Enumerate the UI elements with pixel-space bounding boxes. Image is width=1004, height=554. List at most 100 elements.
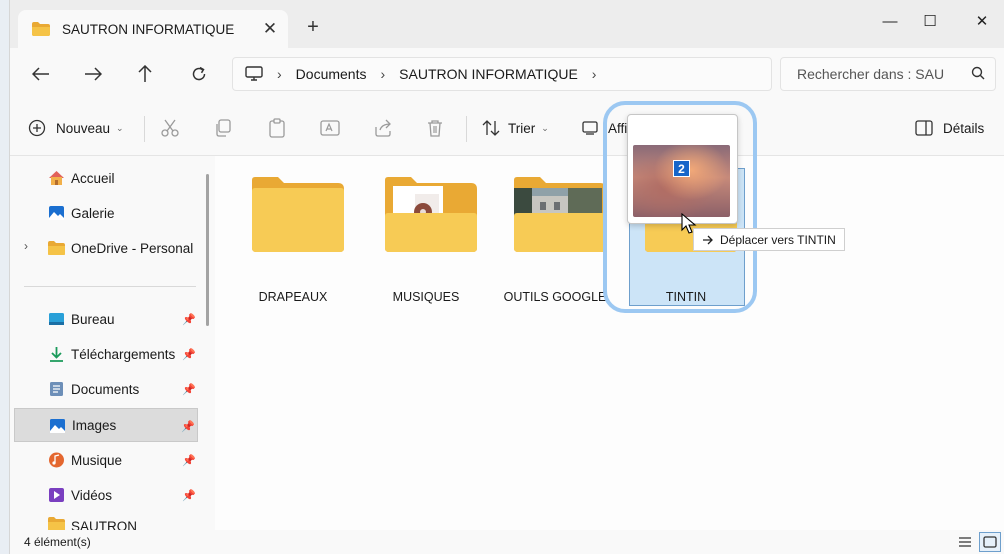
- sidebar-item-label: Vidéos: [71, 487, 113, 503]
- folder-label: OUTILS GOOGLE: [503, 290, 607, 304]
- maximize-button[interactable]: ☐: [905, 6, 955, 36]
- view-icon: [582, 121, 598, 135]
- breadcrumb-chevron-icon[interactable]: ›: [592, 66, 597, 82]
- up-button[interactable]: [128, 60, 162, 88]
- tab-title: SAUTRON INFORMATIQUE: [62, 21, 235, 37]
- status-bar: 4 élément(s): [10, 530, 1004, 554]
- refresh-icon: [192, 66, 206, 81]
- tab-close-button[interactable]: ✕: [252, 19, 288, 39]
- details-view-button[interactable]: [954, 532, 976, 552]
- chevron-down-icon: ⌄: [116, 122, 124, 133]
- plus-circle-icon: [28, 119, 46, 137]
- breadcrumb-sautron-informatique[interactable]: SAUTRON INFORMATIQUE: [399, 66, 578, 82]
- sidebar-item-label: Accueil: [71, 170, 115, 186]
- drag-count-badge: 2: [673, 160, 690, 177]
- clipboard-icon: [269, 118, 285, 138]
- sidebar-item-telechargements[interactable]: Téléchargements 📌: [14, 337, 198, 371]
- details-label: Détails: [943, 120, 985, 136]
- navigation-pane: Accueil Galerie › OneDrive - Personal Bu…: [10, 156, 215, 530]
- share-icon: [375, 119, 391, 137]
- pin-icon[interactable]: 📌: [182, 348, 196, 361]
- close-window-button[interactable]: ✕: [957, 6, 1004, 36]
- folder-icon: [385, 177, 477, 252]
- address-row: › Documents › SAUTRON INFORMATIQUE › Rec…: [10, 48, 1004, 100]
- command-bar: Nouveau ⌄ Trier ⌄ Affi Détails: [10, 100, 1004, 156]
- home-icon: [49, 171, 64, 185]
- tab-sautron-informatique[interactable]: SAUTRON INFORMATIQUE ✕: [18, 10, 288, 48]
- pin-icon[interactable]: 📌: [182, 313, 196, 326]
- back-button[interactable]: [24, 60, 58, 88]
- item-count: 4 élément(s): [24, 535, 91, 549]
- folder-icon: [32, 22, 50, 36]
- folder-item-musiques[interactable]: MUSIQUES: [371, 176, 481, 304]
- sort-label: Trier: [508, 120, 536, 136]
- pin-icon[interactable]: 📌: [182, 489, 196, 502]
- arrow-right-icon: [703, 235, 713, 244]
- move-tooltip: Déplacer vers TINTIN: [693, 228, 845, 251]
- forward-button[interactable]: [76, 60, 110, 88]
- sidebar-item-galerie[interactable]: Galerie: [14, 196, 198, 230]
- toolbar-divider: [466, 116, 467, 142]
- new-button-label: Nouveau: [56, 120, 111, 136]
- sort-button[interactable]: Trier ⌄: [482, 114, 549, 142]
- paste-button[interactable]: [268, 114, 286, 142]
- share-button[interactable]: [374, 114, 392, 142]
- details-pane-icon: [915, 120, 933, 136]
- sidebar-item-images[interactable]: Images 📌: [14, 408, 198, 442]
- breadcrumb-documents[interactable]: Documents: [296, 66, 367, 82]
- search-input[interactable]: Rechercher dans : SAU: [780, 57, 996, 91]
- mouse-cursor-icon: [681, 213, 697, 234]
- cut-button[interactable]: [160, 114, 180, 142]
- arrow-right-icon: [85, 67, 102, 81]
- sunset-thumbnail: [633, 145, 730, 217]
- pin-icon[interactable]: 📌: [181, 420, 195, 433]
- download-icon: [50, 347, 63, 362]
- sidebar-item-sautron[interactable]: SAUTRON INFORM...: [14, 513, 198, 530]
- breadcrumb-chevron-icon[interactable]: ›: [277, 66, 282, 82]
- expand-chevron-icon[interactable]: ›: [24, 239, 28, 253]
- scissors-icon: [161, 119, 179, 137]
- folder-item-outils-google[interactable]: OUTILS GOOGLE: [500, 176, 610, 304]
- chevron-down-icon: ⌄: [541, 122, 549, 133]
- address-bar[interactable]: › Documents › SAUTRON INFORMATIQUE ›: [232, 57, 772, 91]
- folder-icon: [514, 177, 606, 252]
- folder-item-drapeaux[interactable]: DRAPEAUX: [238, 176, 348, 304]
- tiles-view-button[interactable]: [979, 532, 1001, 552]
- sidebar-item-label: Documents: [71, 381, 140, 397]
- breadcrumb-chevron-icon[interactable]: ›: [380, 66, 385, 82]
- sidebar-item-label: Téléchargements: [71, 346, 176, 362]
- sidebar-scrollbar[interactable]: [206, 174, 209, 326]
- refresh-button[interactable]: [182, 60, 216, 88]
- computer-icon: [245, 66, 263, 81]
- list-view-icon: [959, 537, 971, 547]
- pin-icon[interactable]: 📌: [182, 383, 196, 396]
- arrow-up-icon: [138, 65, 152, 82]
- sidebar-item-label: Images: [72, 417, 117, 433]
- new-button[interactable]: Nouveau ⌄: [28, 114, 124, 142]
- sidebar-divider: [24, 286, 196, 287]
- sidebar-item-label: Galerie: [71, 205, 115, 221]
- sidebar-item-musique[interactable]: Musique 📌: [14, 443, 198, 477]
- onedrive-folder-icon: [48, 241, 65, 255]
- sidebar-item-videos[interactable]: Vidéos 📌: [14, 478, 198, 512]
- sidebar-item-accueil[interactable]: Accueil: [14, 161, 198, 195]
- folder-label: MUSIQUES: [392, 290, 460, 304]
- sort-icon: [482, 120, 500, 136]
- sidebar-item-bureau[interactable]: Bureau 📌: [14, 302, 198, 336]
- pin-icon[interactable]: 📌: [182, 454, 196, 467]
- rename-icon: [320, 120, 340, 136]
- toolbar-divider: [144, 116, 145, 142]
- sidebar-item-onedrive[interactable]: › OneDrive - Personal: [14, 231, 198, 265]
- new-tab-button[interactable]: +: [298, 16, 328, 39]
- rename-button[interactable]: [320, 114, 340, 142]
- drag-preview: 2: [627, 114, 738, 224]
- copy-button[interactable]: [214, 114, 232, 142]
- pictures-icon: [50, 419, 65, 433]
- move-tooltip-text: Déplacer vers TINTIN: [720, 232, 836, 247]
- search-icon: [971, 66, 985, 80]
- delete-button[interactable]: [426, 114, 444, 142]
- sidebar-item-documents[interactable]: Documents 📌: [14, 372, 198, 406]
- tiles-view-icon: [983, 536, 997, 548]
- details-button[interactable]: Détails: [915, 114, 984, 142]
- sidebar-item-label: Bureau: [71, 311, 115, 327]
